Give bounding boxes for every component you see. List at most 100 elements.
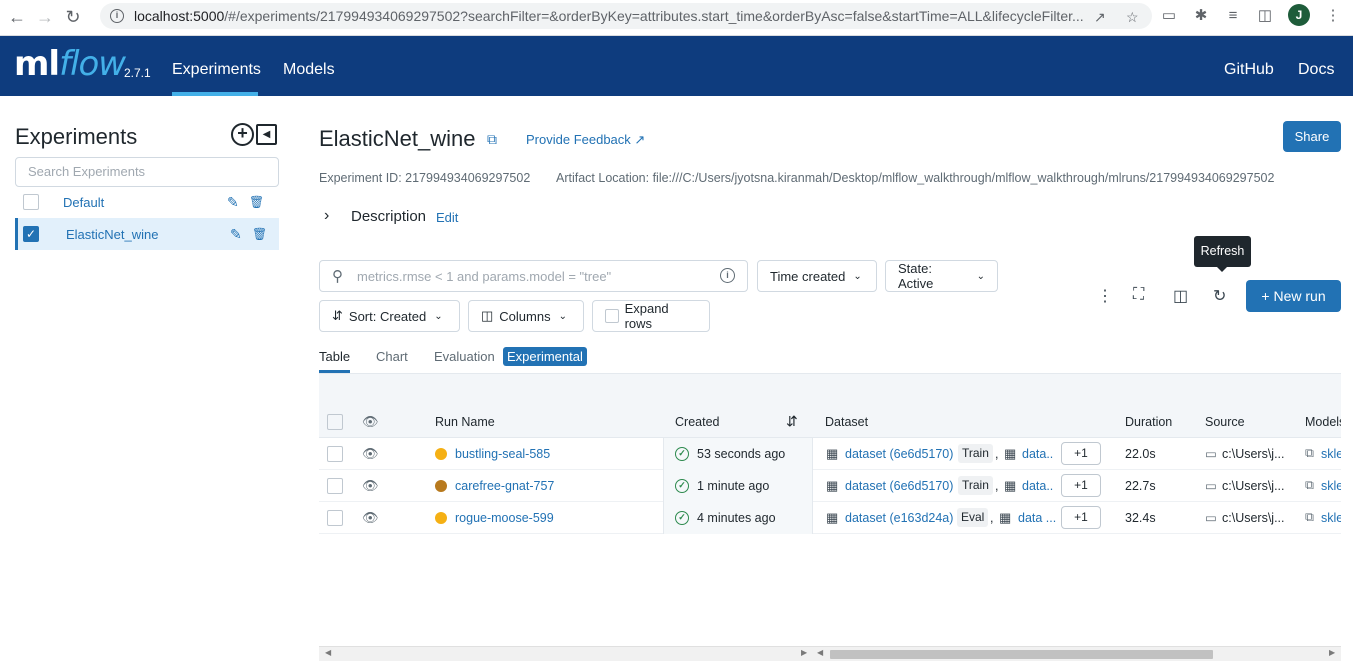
fullscreen-icon[interactable]: ⛶	[1133, 286, 1144, 304]
more-options-icon[interactable]: ⋮	[1097, 286, 1113, 306]
scroll-right-icon[interactable]: ▶	[1329, 648, 1335, 657]
dataset-link[interactable]: dataset (6e6d5170)	[845, 479, 953, 493]
share-page-icon[interactable]: ↗	[1094, 9, 1106, 26]
mlflow-logo[interactable]: mlflow	[14, 44, 126, 84]
run-color-dot[interactable]	[435, 480, 447, 492]
row-checkbox[interactable]	[327, 510, 343, 526]
run-name-link[interactable]: rogue-moose-599	[455, 511, 554, 525]
refresh-icon[interactable]: ↻	[1213, 286, 1226, 306]
tab-chart[interactable]: Chart	[376, 349, 408, 364]
search-experiments-input[interactable]: Search Experiments	[15, 157, 279, 187]
eye-icon[interactable]: 👁	[362, 414, 379, 430]
cast-icon[interactable]: ▭	[1160, 6, 1178, 24]
table-group-header	[319, 373, 1341, 406]
sidebar-item-label[interactable]: ElasticNet_wine	[66, 227, 159, 242]
horizontal-scrollbar[interactable]: ◀ ▶ ◀ ▶	[319, 646, 1341, 661]
eye-icon[interactable]: 👁	[362, 478, 379, 494]
experiment-checkbox[interactable]: ✓	[23, 226, 39, 242]
scroll-left-icon[interactable]: ◀	[325, 648, 331, 657]
back-icon[interactable]: ←	[6, 7, 28, 29]
nav-github[interactable]: GitHub	[1224, 61, 1274, 79]
eye-icon[interactable]: 👁	[362, 446, 379, 462]
site-info-icon[interactable]: i	[110, 9, 124, 23]
scroll-right-icon[interactable]: ▶	[801, 648, 807, 657]
sort-desc-icon[interactable]: ⇵	[786, 413, 798, 430]
run-name-link[interactable]: bustling-seal-585	[455, 447, 550, 461]
sidebar-title: Experiments	[15, 124, 138, 149]
run-name-link[interactable]: carefree-gnat-757	[455, 479, 554, 493]
trash-icon[interactable]: 🗑	[252, 227, 267, 241]
run-color-dot[interactable]	[435, 448, 447, 460]
tab-table[interactable]: Table	[319, 349, 350, 364]
sidebar-item-label[interactable]: Default	[63, 195, 104, 210]
description-label[interactable]: Description	[351, 208, 426, 225]
more-datasets-button[interactable]: +1	[1061, 442, 1101, 465]
url-text[interactable]: localhost:5000/#/experiments/21799493406…	[134, 8, 1084, 24]
model-link[interactable]: skle	[1321, 447, 1341, 461]
nav-experiments[interactable]: Experiments	[172, 61, 261, 79]
bookmark-star-icon[interactable]: ☆	[1126, 9, 1139, 26]
column-duration[interactable]: Duration	[1125, 415, 1172, 429]
copy-icon[interactable]: ⧉	[487, 131, 497, 148]
trash-icon[interactable]: 🗑	[249, 195, 264, 209]
edit-pencil-icon[interactable]: ✎	[227, 194, 239, 211]
dataset-link-2[interactable]: data ...	[1018, 511, 1056, 525]
expand-rows-toggle[interactable]: Expand rows	[592, 300, 710, 332]
chevron-right-icon[interactable]: ›	[324, 207, 329, 225]
new-run-button[interactable]: + New run	[1246, 280, 1341, 312]
expand-rows-checkbox[interactable]	[605, 309, 619, 323]
dataset-link-2[interactable]: data...	[1022, 447, 1054, 461]
runs-search-input[interactable]: ⚲ metrics.rmse < 1 and params.model = "t…	[319, 260, 748, 292]
sidebar-item-elasticnet-wine[interactable]: ✓ ElasticNet_wine ✎ 🗑	[15, 218, 279, 250]
extensions-icon[interactable]: ✱	[1192, 6, 1210, 24]
nav-docs[interactable]: Docs	[1298, 61, 1334, 79]
dataset-link-2[interactable]: data...	[1022, 479, 1054, 493]
chrome-menu-icon[interactable]: ⋮	[1324, 6, 1342, 24]
select-all-checkbox[interactable]	[327, 414, 343, 430]
eye-icon[interactable]: 👁	[362, 510, 379, 526]
media-icon[interactable]: ≡	[1224, 7, 1242, 24]
dataset-link[interactable]: dataset (e163d24a)	[845, 511, 953, 525]
time-created-dropdown[interactable]: Time created ⌄	[757, 260, 877, 292]
column-source[interactable]: Source	[1205, 415, 1245, 429]
share-button[interactable]: Share	[1283, 121, 1341, 152]
more-datasets-button[interactable]: +1	[1061, 506, 1101, 529]
scrollbar-thumb[interactable]	[830, 650, 1213, 659]
description-edit-link[interactable]: Edit	[436, 210, 458, 225]
provide-feedback-link[interactable]: Provide Feedback ↗	[526, 132, 645, 148]
sidebar-item-default[interactable]: Default ✎ 🗑	[15, 186, 279, 218]
column-run-name[interactable]: Run Name	[435, 415, 495, 429]
side-panel-icon[interactable]: ◫	[1173, 286, 1188, 306]
row-checkbox[interactable]	[327, 478, 343, 494]
profile-avatar[interactable]: J	[1288, 4, 1310, 26]
laptop-icon: ▭	[1205, 479, 1217, 493]
state-dropdown[interactable]: State: Active ⌄	[885, 260, 998, 292]
sort-dropdown[interactable]: ⇵ Sort: Created ⌄	[319, 300, 460, 332]
address-bar[interactable]: i localhost:5000/#/experiments/217994934…	[100, 3, 1152, 29]
dataset-link[interactable]: dataset (6e6d5170)	[845, 447, 953, 461]
column-dataset[interactable]: Dataset	[825, 415, 868, 429]
edit-pencil-icon[interactable]: ✎	[230, 226, 242, 243]
logo-flow: flow	[59, 44, 126, 84]
reload-icon[interactable]: ↻	[62, 7, 84, 29]
model-link[interactable]: skle	[1321, 511, 1341, 525]
add-experiment-icon[interactable]: +	[231, 123, 254, 146]
column-models[interactable]: Models	[1305, 415, 1341, 429]
search-placeholder: metrics.rmse < 1 and params.model = "tre…	[357, 269, 612, 284]
columns-label: Columns	[499, 308, 551, 324]
run-color-dot[interactable]	[435, 512, 447, 524]
experiment-checkbox[interactable]	[23, 194, 39, 210]
columns-dropdown[interactable]: ◫ Columns ⌄	[468, 300, 584, 332]
tab-evaluation[interactable]: Evaluation	[434, 349, 495, 364]
sidepanel-icon[interactable]: ◫	[1256, 6, 1274, 24]
column-created[interactable]: Created	[675, 415, 719, 429]
info-icon[interactable]: i	[720, 268, 735, 283]
more-datasets-button[interactable]: +1	[1061, 474, 1101, 497]
forward-icon[interactable]: →	[34, 7, 56, 29]
nav-models[interactable]: Models	[283, 61, 335, 79]
collapse-sidebar-icon[interactable]: ◀	[256, 124, 277, 145]
scroll-left-icon[interactable]: ◀	[817, 648, 823, 657]
chevron-down-icon: ⌄	[558, 310, 567, 322]
row-checkbox[interactable]	[327, 446, 343, 462]
model-link[interactable]: skle	[1321, 479, 1341, 493]
